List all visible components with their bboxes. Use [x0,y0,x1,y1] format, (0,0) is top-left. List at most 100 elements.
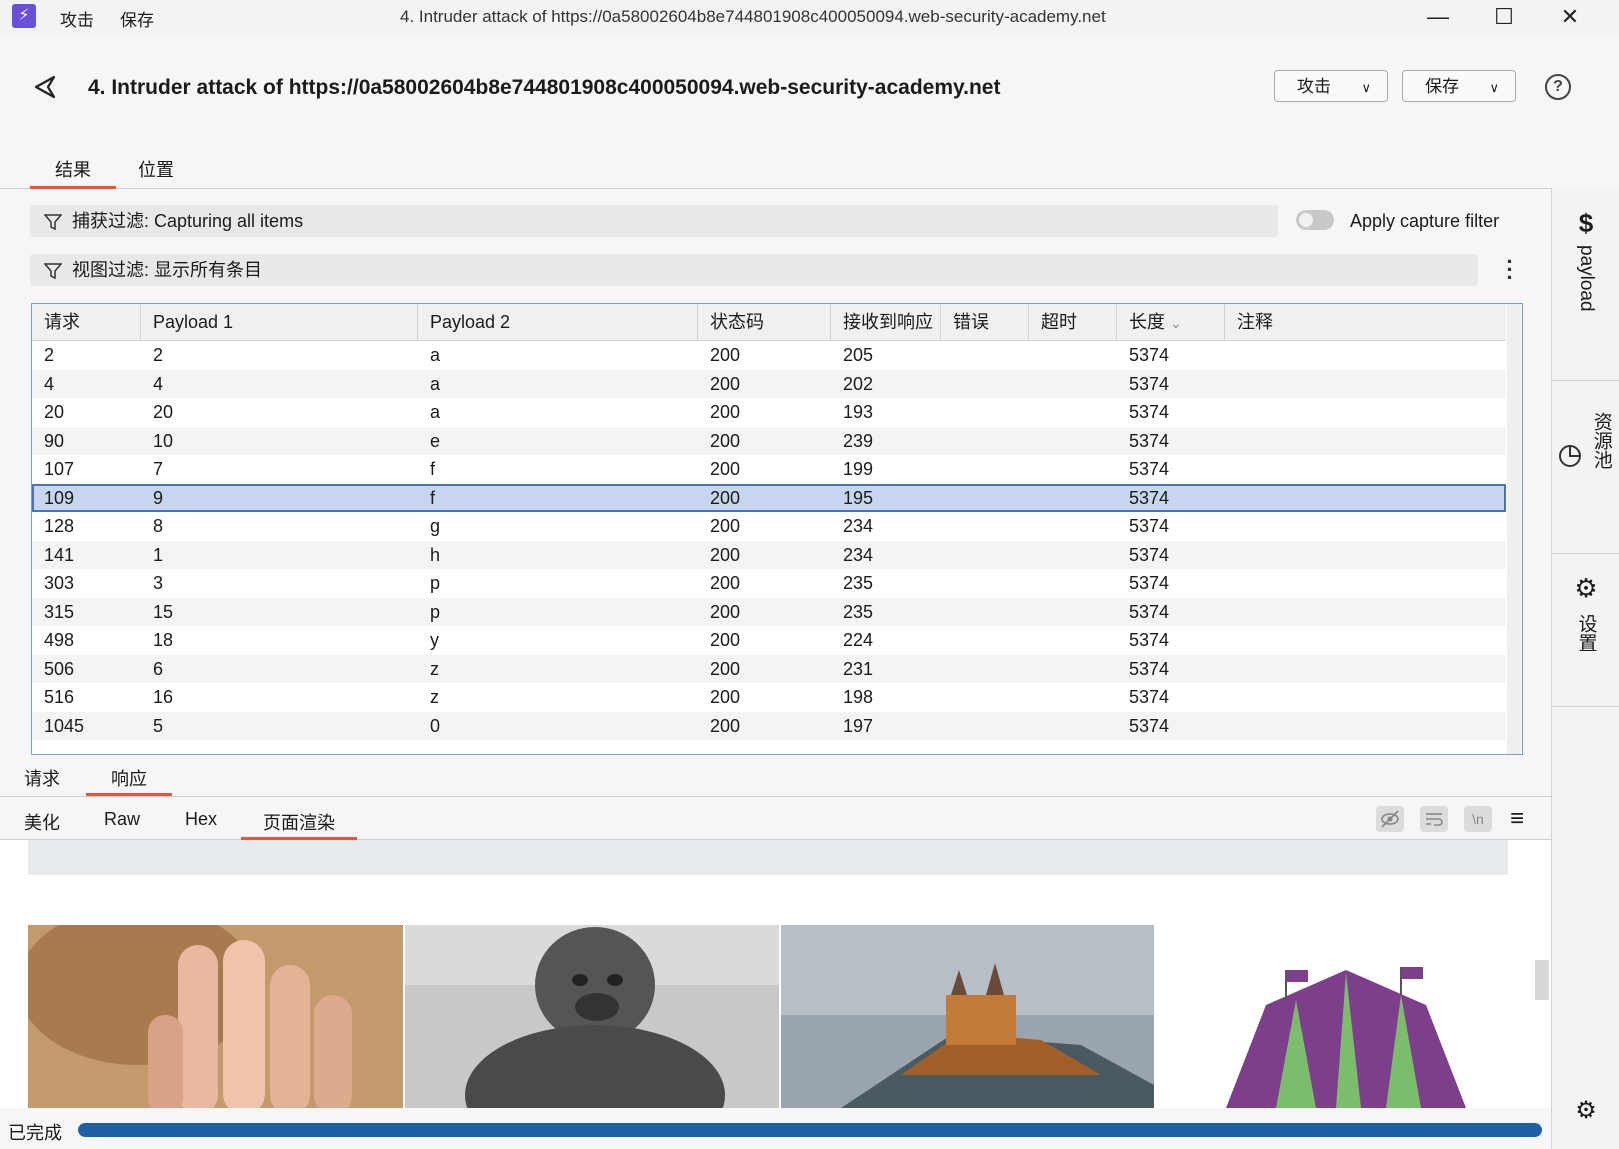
newline-icon[interactable]: \n [1464,806,1492,832]
table-cell: 198 [843,687,874,707]
table-cell: 234 [843,516,874,536]
table-cell: e [430,430,441,451]
rendered-header-band [28,840,1508,875]
table-cell: 5374 [1129,687,1170,707]
attack-menu-button[interactable]: 攻击 ∨ [1274,70,1388,102]
gear-icon: ⚙ [1574,573,1598,603]
column-header-response-received[interactable]: 接收到响应 [831,304,941,340]
column-header-error[interactable]: 错误 [941,304,1029,340]
tab-results[interactable]: 结果 [30,156,116,189]
save-menu-button[interactable]: 保存 ∨ [1402,70,1516,102]
help-icon[interactable]: ? [1545,74,1571,100]
maximize-button[interactable]: ☐ [1484,2,1524,32]
table-cell: 5374 [1129,601,1170,622]
tab-positions[interactable]: 位置 [138,156,178,186]
tab-hex[interactable]: Hex [185,809,217,837]
table-row[interactable]: 303 3 p 200 235 5374 [32,569,1506,598]
close-button[interactable]: ✕ [1550,2,1590,32]
table-cell: 516 [44,687,75,707]
window-title: 4. Intruder attack of https://0a58002604… [400,7,1106,26]
table-cell: z [430,658,439,679]
rendered-response [0,840,1551,1108]
window-titlebar: ⚡ 攻击 保存 4. Intruder attack of https://0a… [0,0,1619,34]
table-row[interactable]: 109 9 f 200 195 5374 [32,483,1506,512]
attack-header: 4. Intruder attack of https://0a58002604… [0,34,1606,152]
bottom-settings-icon[interactable]: ⚙ [1552,1096,1619,1125]
column-header-request[interactable]: 请求 [32,304,141,340]
table-row[interactable]: 107 7 f 200 199 5374 [32,455,1506,484]
sort-descending-icon: ⌄ [1170,315,1182,331]
table-cell: 20 [44,402,65,422]
table-cell: 10 [153,430,174,451]
table-scrollbar[interactable] [1507,304,1521,754]
product-image-tent [1156,925,1536,1108]
eye-off-icon[interactable] [1376,806,1404,832]
table-cell: 9 [153,487,164,508]
table-row[interactable]: 498 18 y 200 224 5374 [32,626,1506,655]
sidebar-divider [1552,553,1619,554]
table-cell: 20 [153,402,174,422]
column-header-status[interactable]: 状态码 [698,304,831,340]
table-row[interactable]: 20 20 a 200 193 5374 [32,398,1506,427]
table-row[interactable]: 516 16 z 200 198 5374 [32,683,1506,712]
main-tabs: 结果 位置 [0,152,1551,189]
table-cell: a [430,402,441,422]
column-header-payload2[interactable]: Payload 2 [418,304,698,340]
table-row[interactable]: 506 6 z 200 231 5374 [32,654,1506,683]
table-cell: 128 [44,516,75,536]
column-header-length-label: 长度 [1129,312,1165,332]
table-cell: 18 [153,630,174,650]
product-image-beard [28,925,403,1108]
wrap-icon[interactable] [1420,806,1448,832]
table-cell: 16 [153,687,174,707]
table-cell: 315 [44,601,75,622]
menu-save[interactable]: 保存 [120,6,154,31]
column-header-length[interactable]: 长度 ⌄ [1117,304,1225,340]
chevron-down-icon: ∨ [1489,80,1499,95]
table-cell: 224 [843,630,874,650]
attack-button-label: 攻击 [1297,77,1331,96]
sidebar-item-settings[interactable]: ⚙ 设置 [1552,573,1619,657]
view-filter-bar[interactable]: 视图过滤: 显示所有条目 [30,254,1478,286]
tab-raw[interactable]: Raw [104,809,140,837]
sidebar-item-payload[interactable]: $ payload [1552,208,1619,317]
column-header-timeout[interactable]: 超时 [1029,304,1117,340]
sidebar-divider [1552,706,1619,707]
table-cell: 5374 [1129,402,1170,422]
table-row[interactable]: 4 4 a 200 202 5374 [32,369,1506,398]
sidebar-item-resource-pool[interactable]: 资源池 [1552,402,1619,474]
table-row[interactable]: 141 1 h 200 234 5374 [32,540,1506,569]
table-cell: 234 [843,544,874,565]
intruder-arrow-icon[interactable] [30,72,60,102]
table-cell: y [430,630,439,650]
tab-response[interactable]: 响应 [86,765,172,796]
chevron-down-icon: ∨ [1361,80,1371,95]
menu-icon[interactable]: ≡ [1510,806,1524,832]
table-cell: 5374 [1129,630,1170,650]
tab-pretty[interactable]: 美化 [24,809,60,837]
tab-render[interactable]: 页面渲染 [241,809,357,840]
product-image-dog [405,925,779,1108]
more-options-icon[interactable]: · · · [1505,251,1515,289]
capture-filter-bar[interactable]: 捕获过滤: Capturing all items [30,205,1278,237]
table-cell: 5374 [1129,544,1170,565]
table-cell: 200 [710,573,741,593]
table-row[interactable]: 1045 5 0 200 197 5374 [32,711,1506,740]
table-row[interactable]: 2 2 a 200 205 5374 [32,341,1506,370]
minimize-button[interactable]: — [1418,2,1458,32]
table-cell: 107 [44,459,75,479]
pie-chart-icon [1559,445,1582,467]
sidebar-item-label: payload [1576,245,1597,312]
menu-attack[interactable]: 攻击 [60,6,94,31]
tab-request[interactable]: 请求 [24,765,60,793]
view-filter-text: 视图过滤: 显示所有条目 [72,260,263,280]
column-header-payload1[interactable]: Payload 1 [141,304,418,340]
column-header-comment[interactable]: 注释 [1225,304,1506,340]
capture-filter-toggle[interactable] [1296,210,1334,230]
table-cell: 200 [710,658,741,679]
table-row[interactable]: 128 8 g 200 234 5374 [32,512,1506,541]
table-row[interactable]: 315 15 p 200 235 5374 [32,597,1506,626]
dollar-icon: $ [1578,208,1594,238]
render-scrollbar[interactable] [1535,960,1549,1000]
table-row[interactable]: 90 10 e 200 239 5374 [32,426,1506,455]
